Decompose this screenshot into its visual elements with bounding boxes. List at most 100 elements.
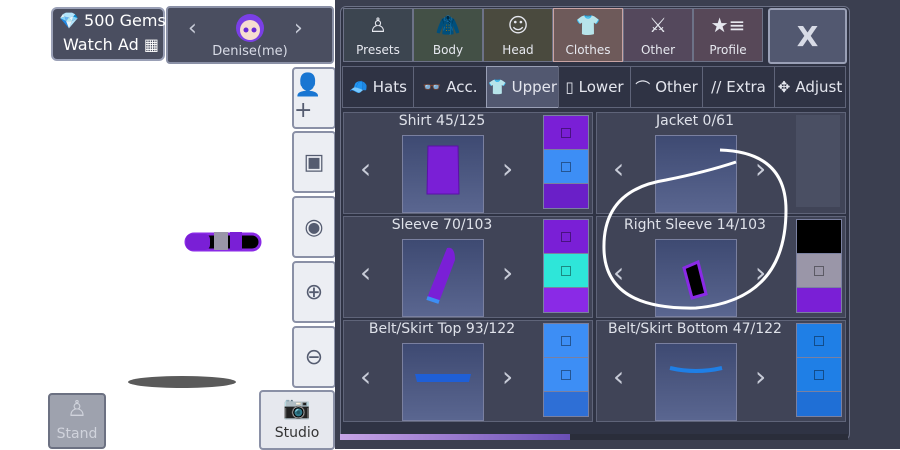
next-item-button[interactable]: › (502, 363, 513, 391)
background-icon: ▣ (303, 149, 325, 175)
tab-head-label: Head (502, 43, 534, 57)
subtab-other-label: Other (655, 78, 698, 96)
prev-item-button[interactable]: ‹ (360, 155, 371, 183)
color-swatch[interactable] (796, 287, 842, 313)
empty-swatch-area (796, 115, 840, 207)
tab-profile[interactable]: ★≡ Profile (693, 8, 763, 62)
color-swatch[interactable] (796, 357, 842, 392)
slot-title: Sleeve 70/103 (391, 217, 493, 233)
color-swatch[interactable] (796, 219, 842, 254)
subtab-adjust[interactable]: ✥ Adjust (774, 66, 846, 108)
tab-body[interactable]: 🧥 Body (413, 8, 483, 62)
character-sprite (184, 232, 262, 252)
extra-icon: // (711, 78, 722, 96)
tab-other-label: Other (640, 43, 676, 57)
watch-ad-label: Watch Ad (63, 35, 139, 54)
subtab-upper-label: Upper (511, 78, 558, 96)
subtab-lower[interactable]: ▯ Lower (558, 66, 631, 108)
prev-item-button[interactable]: ‹ (360, 363, 371, 391)
studio-button[interactable]: 📷 Studio (259, 390, 335, 450)
sleeve-item-icon (426, 247, 455, 304)
background-button[interactable]: ▣ (292, 131, 336, 193)
color-swatch[interactable] (543, 115, 589, 150)
close-button[interactable]: X (768, 8, 847, 64)
subtab-acc-label: Acc. (446, 78, 478, 96)
subtab-lower-label: Lower (578, 78, 624, 96)
prev-item-button[interactable]: ‹ (613, 363, 624, 391)
character-selector: ‹ › Denise(me) (166, 6, 334, 64)
zoom-out-button[interactable]: ⊖ (292, 326, 336, 388)
tab-presets-label: Presets (356, 43, 400, 57)
gems-panel: 💎 500 Gems Watch Ad ▦ (51, 7, 166, 61)
color-swatch[interactable] (543, 323, 589, 358)
gems-count: 500 Gems (84, 11, 166, 30)
tab-clothes[interactable]: 👕 Clothes (553, 8, 623, 62)
eye-button[interactable]: ◉ (292, 196, 336, 258)
subtab-upper[interactable]: 👕 Upper (486, 66, 559, 108)
feather-icon: ⌒ (635, 78, 651, 97)
move-icon: ✥ (777, 78, 791, 96)
subtab-other[interactable]: ⌒ Other (630, 66, 703, 108)
item-thumbnail[interactable] (402, 343, 484, 421)
slot-belt-bottom: Belt/Skirt Bottom 47/122 ‹ › (596, 320, 846, 422)
slot-title: Shirt 45/125 (398, 113, 486, 129)
subtab-acc[interactable]: 👓 Acc. (413, 66, 487, 108)
color-swatch[interactable] (796, 323, 842, 358)
close-icon: X (796, 19, 819, 53)
belt-item-icon (415, 374, 471, 382)
color-swatch[interactable] (543, 253, 589, 288)
studio-label: Studio (274, 425, 320, 441)
skirt-bottom-item-icon (669, 366, 723, 373)
next-item-button[interactable]: › (755, 363, 766, 391)
scrollbar-track[interactable] (340, 434, 848, 440)
color-swatch[interactable] (796, 253, 842, 288)
zoom-in-button[interactable]: ⊕ (292, 261, 336, 323)
tab-body-label: Body (432, 43, 464, 57)
subtab-extra[interactable]: //Extra (702, 66, 775, 108)
subtab-hats[interactable]: 🧢 Hats (342, 66, 414, 108)
color-swatch[interactable] (543, 149, 589, 184)
next-item-button[interactable]: › (502, 259, 513, 287)
hat-icon: 🧢 (349, 78, 368, 96)
prev-character-button[interactable]: ‹ (188, 16, 197, 41)
add-friend-button[interactable]: 👤+ (292, 67, 336, 129)
color-swatch[interactable] (543, 357, 589, 392)
subtab-extra-label: Extra (726, 78, 766, 96)
eye-icon: ◉ (304, 214, 324, 240)
item-thumbnail[interactable] (402, 135, 484, 213)
slot-title: Belt/Skirt Top 93/122 (368, 321, 516, 337)
body-icon: 🧥 (435, 13, 461, 37)
stand-button[interactable]: ♙ Stand (48, 393, 106, 449)
color-swatch[interactable] (543, 391, 589, 417)
item-thumbnail[interactable] (655, 343, 737, 421)
color-swatch[interactable] (543, 219, 589, 254)
gem-icon: 💎 (59, 11, 79, 30)
shirt-icon: 👕 (487, 78, 507, 96)
color-swatch[interactable] (543, 287, 589, 313)
slot-shirt: Shirt 45/125 ‹ › (343, 112, 593, 214)
tab-profile-label: Profile (709, 43, 747, 57)
slot-title: Jacket 0/61 (655, 113, 734, 129)
tab-head[interactable]: ☺ Head (483, 8, 553, 62)
clothes-icon: 👕 (575, 13, 601, 37)
tab-other[interactable]: ⚔ Other (623, 8, 693, 62)
tab-clothes-label: Clothes (565, 43, 611, 57)
other-icon: ⚔ (649, 13, 667, 37)
scrollbar-thumb[interactable] (340, 434, 570, 440)
tab-presets[interactable]: ♙ Presets (343, 8, 413, 62)
video-icon: ▦ (143, 35, 159, 54)
profile-icon: ★≡ (710, 13, 746, 37)
next-character-button[interactable]: › (294, 16, 303, 41)
presets-icon: ♙ (369, 13, 387, 37)
head-icon: ☺ (507, 13, 529, 37)
color-swatch[interactable] (543, 183, 589, 209)
color-swatch[interactable] (796, 391, 842, 417)
item-thumbnail[interactable] (402, 239, 484, 317)
character-avatar (236, 14, 264, 42)
slot-belt-top: Belt/Skirt Top 93/122 ‹ › (343, 320, 593, 422)
shirt-item-icon (426, 145, 460, 195)
character-shadow (128, 376, 236, 388)
next-item-button[interactable]: › (502, 155, 513, 183)
watch-ad-button[interactable]: Watch Ad ▦ (63, 35, 159, 54)
prev-item-button[interactable]: ‹ (360, 259, 371, 287)
